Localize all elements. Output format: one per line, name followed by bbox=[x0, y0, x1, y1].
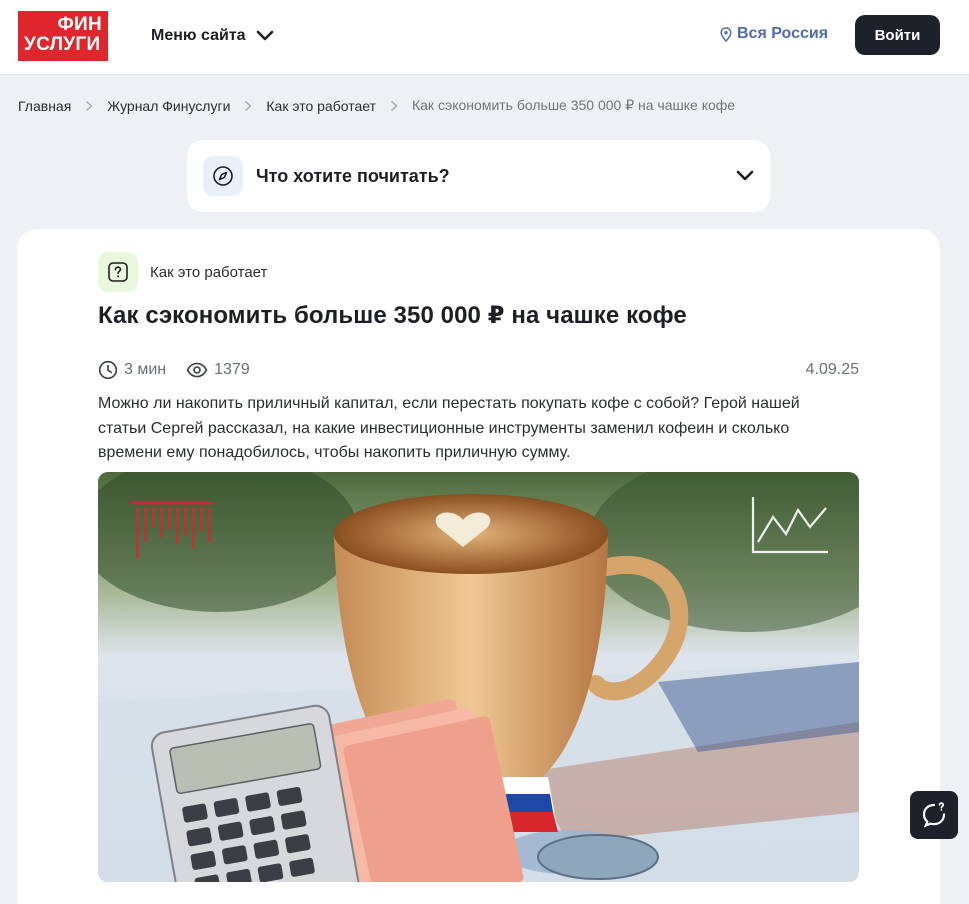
read-time: 3 мин bbox=[98, 360, 166, 380]
chevron-right-icon bbox=[244, 100, 252, 112]
login-button[interactable]: Войти bbox=[855, 15, 940, 55]
article-category-label: Как это работает bbox=[150, 263, 268, 281]
region-selector[interactable]: Вся Россия bbox=[720, 25, 828, 43]
site-header: ФИН УСЛУГИ Меню сайта Вся Россия Войти bbox=[0, 0, 969, 75]
clock-icon bbox=[98, 360, 118, 380]
region-label: Вся Россия bbox=[737, 25, 829, 42]
breadcrumb: Главная Журнал Финуслуги Как это работае… bbox=[18, 97, 735, 114]
support-chat-button[interactable] bbox=[910, 791, 958, 839]
logo-line-2: УСЛУГИ bbox=[24, 34, 101, 55]
breadcrumb-journal[interactable]: Журнал Финуслуги bbox=[107, 98, 230, 114]
chevron-down-icon bbox=[256, 30, 273, 41]
article-card: Как это работает Как сэкономить больше 3… bbox=[17, 229, 940, 904]
compass-icon bbox=[203, 156, 243, 196]
views-value: 1379 bbox=[214, 361, 250, 378]
topic-dropdown[interactable]: Что хотите почитать? bbox=[187, 140, 770, 212]
chat-icon bbox=[922, 802, 946, 828]
article-hero-image bbox=[98, 472, 859, 882]
eye-icon bbox=[186, 362, 208, 378]
article-lead: Можно ли накопить приличный капитал, есл… bbox=[98, 395, 800, 461]
topic-dropdown-label: Что хотите почитать? bbox=[256, 165, 450, 186]
chevron-right-icon bbox=[390, 100, 398, 112]
publish-date: 4.09.25 bbox=[805, 361, 859, 378]
breadcrumb-how-it-works[interactable]: Как это работает bbox=[266, 98, 376, 114]
question-icon bbox=[98, 252, 138, 292]
views-count: 1379 bbox=[186, 361, 250, 379]
read-time-value: 3 мин bbox=[124, 361, 167, 378]
article-category[interactable]: Как это работает bbox=[98, 252, 267, 292]
article-meta: 3 мин 1379 4.09.25 bbox=[98, 360, 859, 380]
chevron-right-icon bbox=[85, 100, 93, 112]
site-menu-label: Меню сайта bbox=[151, 27, 246, 44]
location-pin-icon bbox=[720, 26, 732, 42]
breadcrumb-home[interactable]: Главная bbox=[18, 98, 71, 114]
finuslugi-logo[interactable]: ФИН УСЛУГИ bbox=[18, 11, 108, 61]
logo-line-1: ФИН bbox=[57, 14, 102, 35]
chevron-down-icon bbox=[736, 170, 754, 181]
site-menu-button[interactable]: Меню сайта bbox=[151, 23, 274, 49]
article-title: Как сэкономить больше 350 000 ₽ на чашке… bbox=[98, 302, 687, 329]
breadcrumb-current: Как сэкономить больше 350 000 ₽ на чашке… bbox=[411, 97, 736, 113]
